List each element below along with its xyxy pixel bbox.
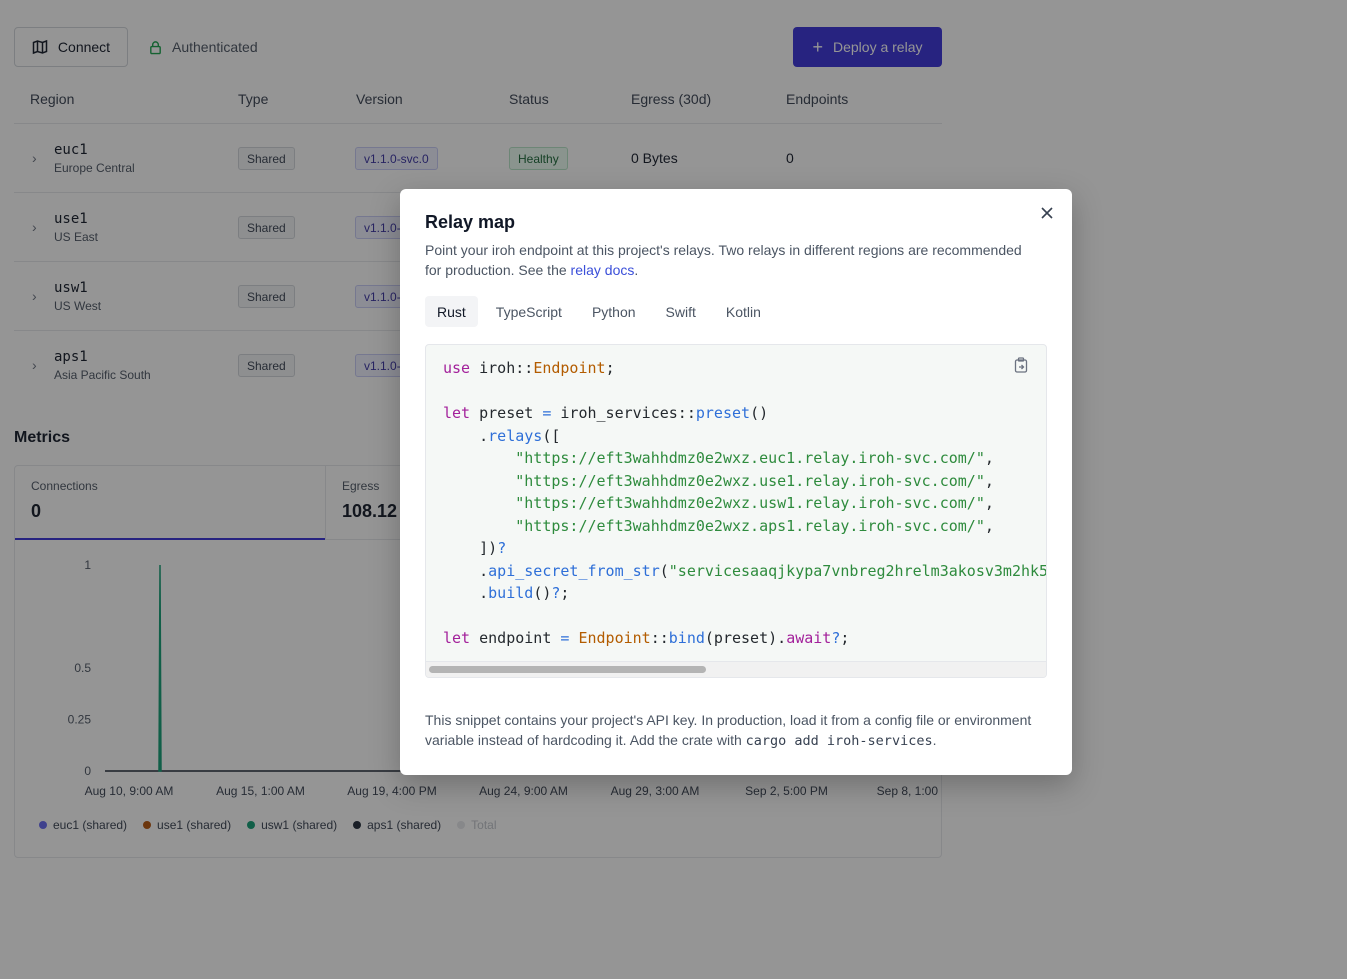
desc-text: Point your iroh endpoint at this project… — [425, 242, 1022, 278]
note-end: . — [932, 732, 937, 748]
close-icon[interactable] — [1038, 205, 1056, 223]
modal-title: Relay map — [425, 212, 516, 232]
api-secret: "servicesaaqjkypa7vnbreg2hrelm3akosv3m2h… — [668, 561, 1047, 580]
language-tabs: Rust TypeScript Python Swift Kotlin — [425, 296, 773, 327]
scrollbar-thumb[interactable] — [429, 666, 706, 673]
tab-typescript[interactable]: TypeScript — [484, 296, 574, 327]
desc-end: . — [634, 262, 639, 278]
relay-url: "https://eft3wahhdmz0e2wxz.usw1.relay.ir… — [515, 494, 985, 512]
tab-rust[interactable]: Rust — [425, 296, 478, 327]
relay-docs-link[interactable]: relay docs — [571, 262, 635, 278]
relay-url: "https://eft3wahhdmz0e2wxz.euc1.relay.ir… — [515, 449, 985, 467]
tab-python[interactable]: Python — [580, 296, 648, 327]
code-block: use iroh::Endpoint; let preset = iroh_se… — [443, 359, 1047, 647]
relay-url: "https://eft3wahhdmz0e2wxz.aps1.relay.ir… — [515, 516, 985, 535]
relay-map-modal: Relay map Point your iroh endpoint at th… — [400, 189, 1072, 775]
cargo-command: cargo add iroh-services — [745, 733, 933, 749]
modal-description: Point your iroh endpoint at this project… — [425, 240, 1025, 280]
copy-icon[interactable] — [1014, 357, 1030, 375]
tab-swift[interactable]: Swift — [654, 296, 708, 327]
relay-url: "https://eft3wahhdmz0e2wxz.use1.relay.ir… — [515, 471, 985, 490]
note-text: This snippet contains your project's API… — [425, 712, 1032, 748]
modal-note: This snippet contains your project's API… — [425, 710, 1055, 751]
code-snippet[interactable]: use iroh::Endpoint; let preset = iroh_se… — [425, 344, 1047, 678]
tab-kotlin[interactable]: Kotlin — [714, 296, 773, 327]
horizontal-scrollbar[interactable] — [426, 661, 1046, 677]
